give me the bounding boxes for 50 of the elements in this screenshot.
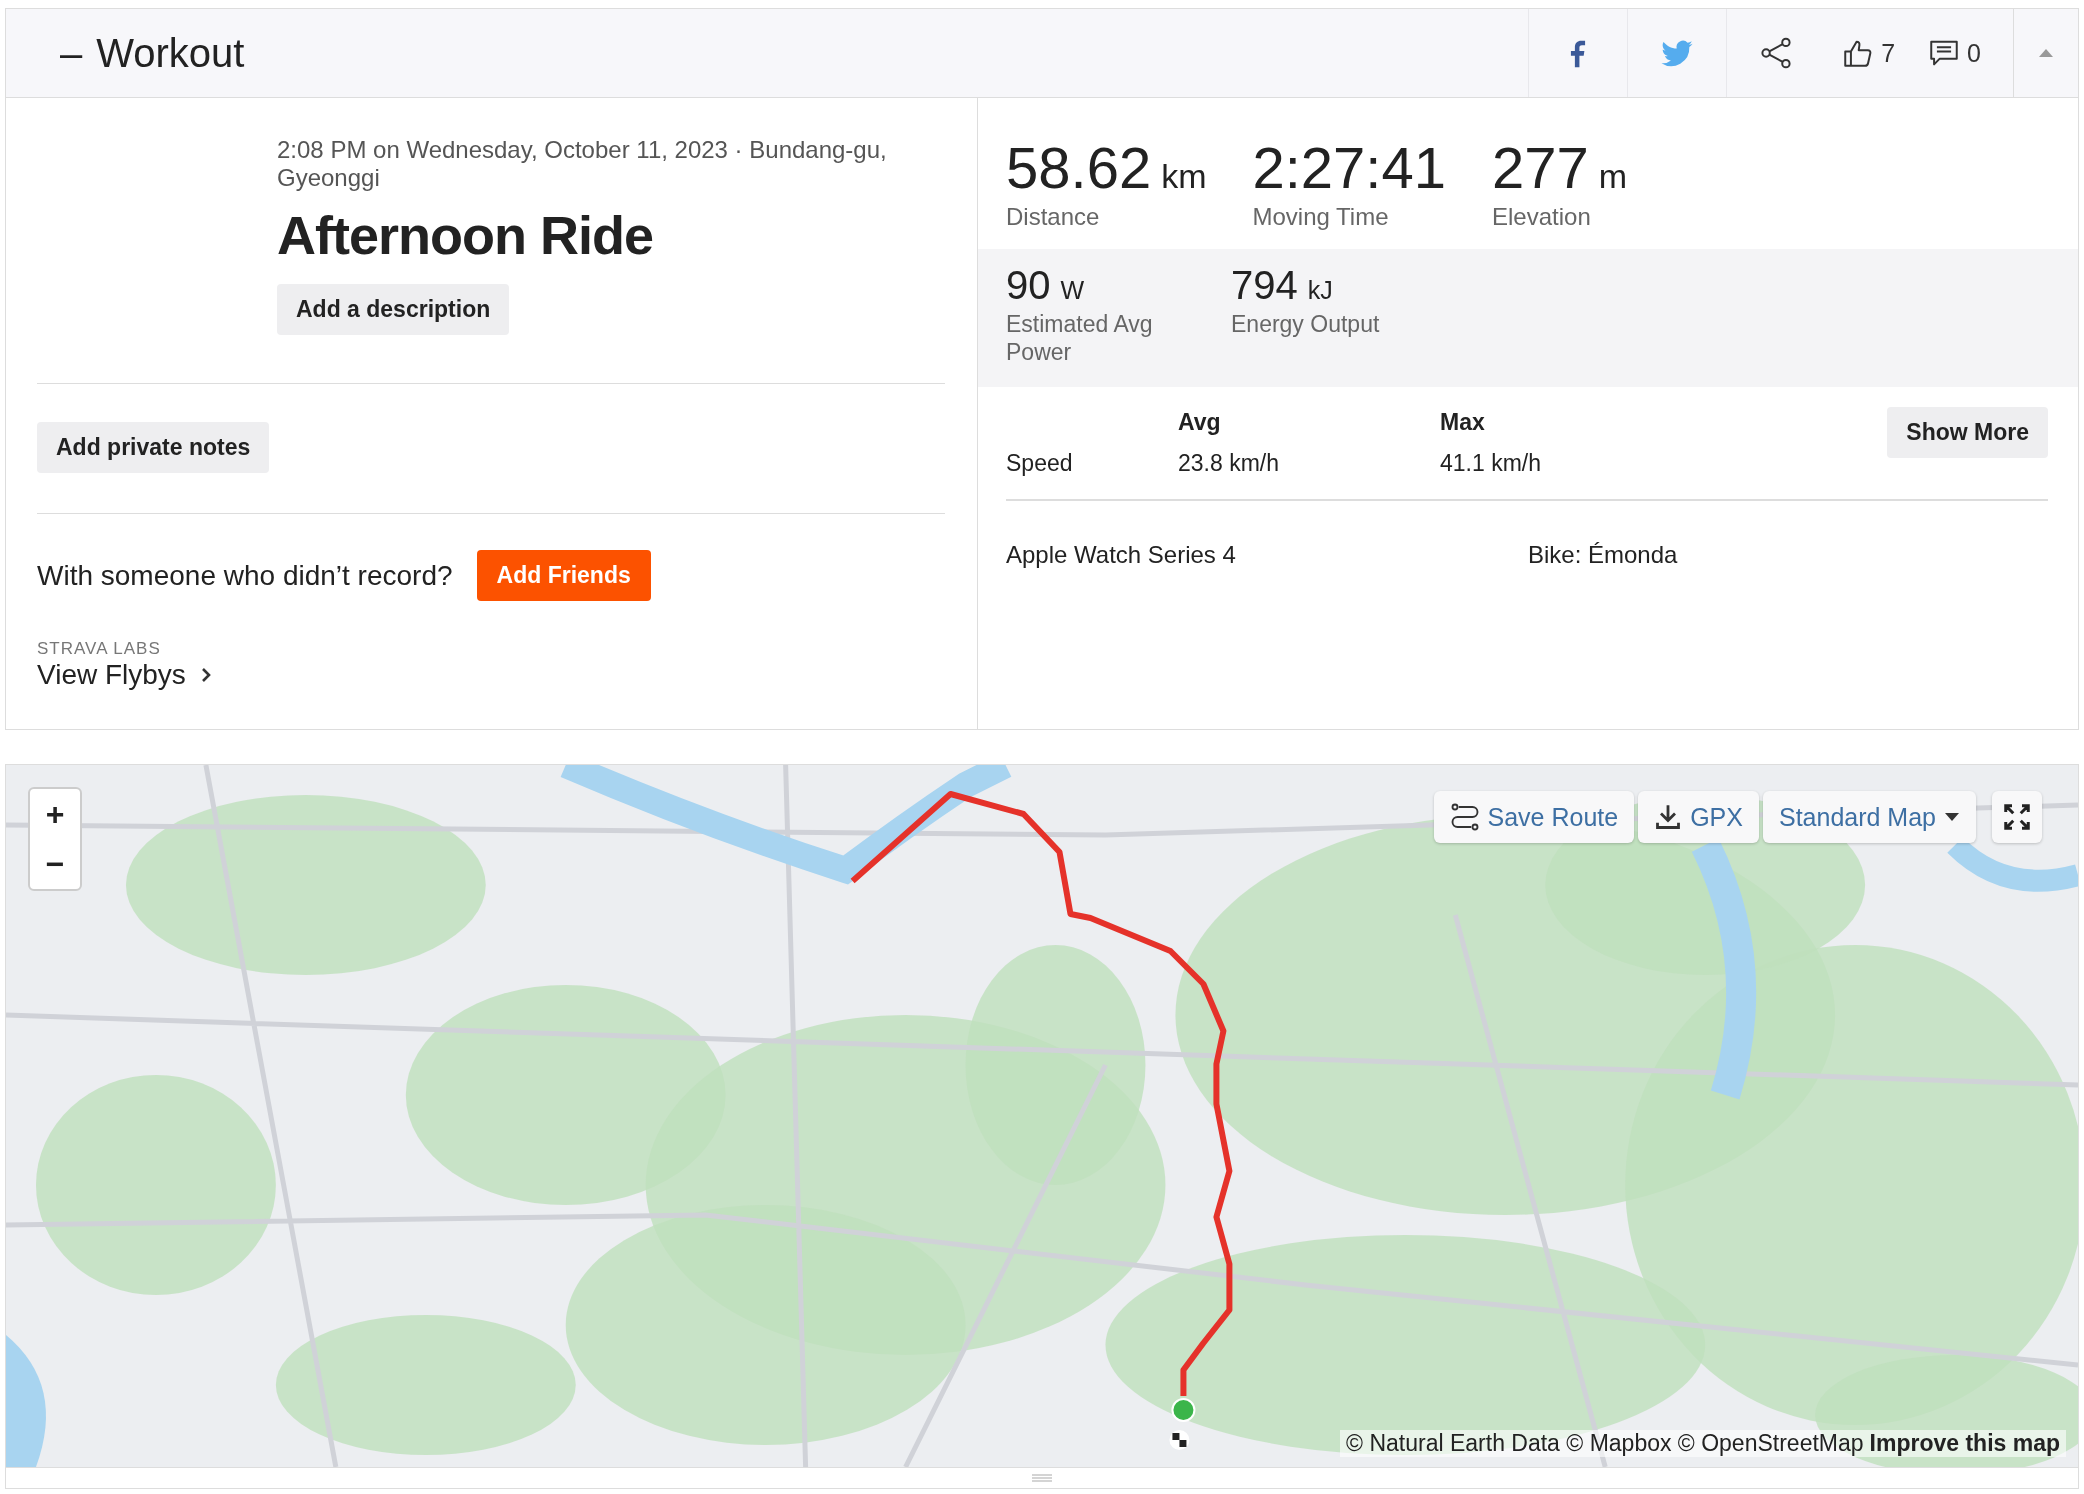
add-description-button[interactable]: Add a description: [277, 284, 510, 335]
section-title: Workout: [96, 30, 245, 76]
caret-down-icon: [1944, 812, 1960, 822]
improve-map-link[interactable]: Improve this map: [1869, 1430, 2060, 1457]
fullscreen-button[interactable]: [1992, 791, 2042, 843]
table-cell-text: 41.1 km/h: [1440, 450, 1542, 477]
count-label: 0: [1967, 38, 1981, 68]
column-header: Max: [1440, 409, 1486, 436]
stat-value: 794: [1231, 263, 1298, 307]
add-notes-button[interactable]: Add private notes: [37, 422, 270, 473]
show-more-button[interactable]: Show More: [1887, 407, 2048, 458]
comments-button[interactable]: 0: [1911, 9, 1997, 97]
stat-value: 2:27:41: [1252, 135, 1446, 200]
fullscreen-icon: [2002, 802, 2032, 832]
activity-meta: 2:08 PM on Wednesday, October 11, 2023 · Bundang-gu, Gyeonggi: [277, 136, 888, 192]
kudos-button[interactable]: 7: [1825, 9, 1912, 97]
flybys-link[interactable]: View Flybys: [37, 659, 212, 691]
stat-label: Energy Output: [1231, 310, 1381, 338]
caret-up-icon: [2038, 48, 2054, 58]
start-marker-icon: [1171, 1398, 1196, 1422]
table-cell-text: 23.8 km/h: [1178, 450, 1280, 477]
friends-prompt: With someone who didn’t record?: [37, 559, 453, 592]
resize-handle-icon: [1031, 1473, 1053, 1483]
stat-label: Moving Time: [1252, 203, 1390, 231]
stat-unit: m: [1598, 157, 1628, 195]
stat-label: Distance: [1006, 203, 1101, 231]
labs-label: STRAVA LABS: [37, 639, 162, 659]
collapse-toggle[interactable]: –: [56, 30, 87, 76]
activity-title: Afternoon Ride: [277, 204, 653, 266]
bike-name: Bike: Émonda: [1528, 541, 1679, 569]
stat-unit: kJ: [1307, 276, 1333, 304]
stat-value: 58.62: [1006, 135, 1152, 200]
row-label: Speed: [1006, 450, 1074, 477]
stat-unit: W: [1060, 276, 1085, 304]
stat-value: 90: [1006, 263, 1051, 307]
stat-unit: km: [1161, 157, 1207, 195]
stat-value: 277: [1492, 135, 1589, 200]
chevron-right-icon: [199, 666, 212, 684]
count-label: 7: [1881, 38, 1896, 68]
share-icon: [1759, 36, 1794, 70]
gpx-download-button[interactable]: GPX: [1638, 791, 1759, 843]
save-route-button[interactable]: Save Route: [1433, 791, 1635, 843]
stat-label: Estimated Avg Power: [1006, 310, 1154, 366]
map-style-dropdown[interactable]: Standard Map: [1762, 791, 1976, 843]
column-header: Avg: [1178, 409, 1222, 436]
device-name: Apple Watch Series 4: [1006, 541, 1237, 569]
map-attribution: © Natural Earth Data © Mapbox © OpenStreetMap: [1346, 1430, 1864, 1457]
download-icon: [1654, 803, 1683, 831]
route-icon: [1449, 802, 1480, 832]
stat-label: Elevation: [1492, 203, 1592, 231]
